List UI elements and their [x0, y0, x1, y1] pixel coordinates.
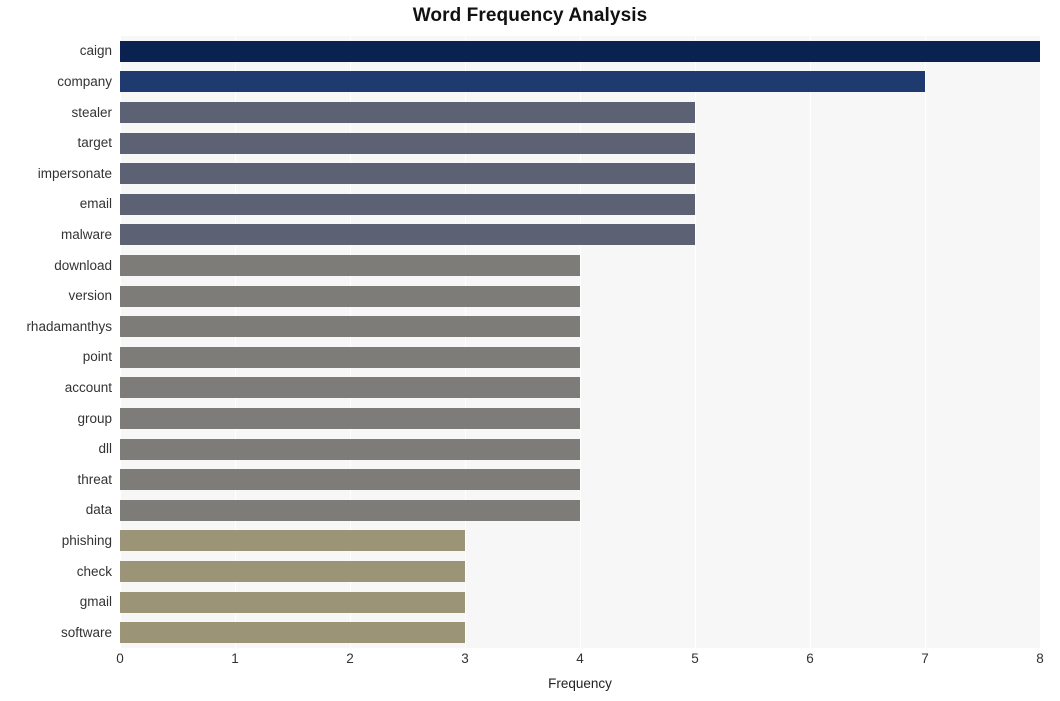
bar-row — [120, 377, 1040, 399]
y-tick-label-phishing: phishing — [61, 532, 112, 548]
bar-stealer[interactable] — [120, 102, 695, 123]
y-tick-label-account: account — [64, 379, 112, 395]
bar-row — [120, 224, 1040, 246]
bar-row — [120, 346, 1040, 368]
bar-download[interactable] — [120, 255, 580, 276]
bar-row — [120, 530, 1040, 552]
bar-row — [120, 469, 1040, 491]
y-tick-label-dll: dll — [98, 441, 112, 457]
bar-series — [120, 36, 1040, 648]
y-tick-label-email: email — [79, 196, 112, 212]
bar-point[interactable] — [120, 346, 580, 368]
chart-figure: Word Frequency Analysis caign company stea… — [0, 0, 1060, 701]
bar-rhadamanthys[interactable] — [120, 316, 580, 338]
bar-account[interactable] — [120, 377, 580, 399]
y-axis-tick-labels: caign company stealer target impersonate emai… — [0, 36, 112, 648]
x-tick-label-7: 7 — [921, 651, 929, 666]
y-tick-label-malware: malware — [60, 226, 112, 242]
x-axis-tick-labels: 0 1 2 3 4 5 6 7 8 — [116, 651, 1044, 676]
y-tick-label-download: download — [54, 257, 112, 273]
x-tick-label-1: 1 — [231, 651, 239, 666]
bar-row — [120, 40, 1040, 62]
x-tick-label-0: 0 — [116, 651, 124, 666]
bar-row — [120, 622, 1040, 644]
bar-row — [120, 193, 1040, 215]
gridline-x-8 — [1040, 36, 1041, 648]
bar-impersonate[interactable] — [120, 163, 695, 185]
y-tick-label-version: version — [68, 288, 112, 304]
plot-area — [120, 36, 1041, 648]
bar-version[interactable] — [120, 285, 580, 307]
bar-row — [120, 285, 1040, 307]
x-tick-label-5: 5 — [691, 651, 699, 666]
bar-threat[interactable] — [120, 469, 580, 491]
bar-gmail[interactable] — [120, 591, 465, 613]
bar-row — [120, 561, 1040, 582]
bar-company[interactable] — [120, 71, 925, 93]
bar-phishing[interactable] — [120, 530, 465, 552]
y-tick-label-point: point — [82, 349, 112, 365]
y-tick-label-data: data — [85, 502, 112, 518]
x-axis-title: Frequency — [548, 676, 612, 691]
bar-row — [120, 408, 1040, 429]
y-tick-label-impersonate: impersonate — [37, 165, 112, 181]
x-tick-label-4: 4 — [576, 651, 584, 666]
chart-title: Word Frequency Analysis — [412, 5, 648, 26]
bar-row — [120, 163, 1040, 185]
bar-row — [120, 438, 1040, 460]
x-tick-label-6: 6 — [806, 651, 814, 666]
bar-row — [120, 102, 1040, 123]
x-tick-label-8: 8 — [1036, 651, 1044, 666]
bar-email[interactable] — [120, 193, 695, 215]
y-tick-label-gmail: gmail — [79, 594, 112, 610]
y-tick-label-group: group — [77, 410, 112, 426]
y-tick-label-rhadamanthys: rhadamanthys — [26, 318, 112, 334]
bar-row — [120, 499, 1040, 521]
x-tick-label-3: 3 — [461, 651, 469, 666]
bar-row — [120, 316, 1040, 338]
bar-group[interactable] — [120, 408, 580, 429]
y-tick-label-software: software — [60, 624, 112, 640]
y-tick-label-stealer: stealer — [71, 104, 112, 120]
bar-row — [120, 255, 1040, 276]
bar-check[interactable] — [120, 561, 465, 582]
y-tick-label-check: check — [76, 563, 112, 579]
y-tick-label-target: target — [77, 135, 112, 151]
bar-malware[interactable] — [120, 224, 695, 246]
y-tick-label-company: company — [57, 73, 112, 89]
y-tick-label-threat: threat — [77, 471, 112, 487]
y-tick-label-caign: caign — [79, 43, 112, 59]
bar-target[interactable] — [120, 132, 695, 154]
bar-caign[interactable] — [120, 40, 1040, 62]
bar-row — [120, 132, 1040, 154]
bar-row — [120, 71, 1040, 93]
x-tick-label-2: 2 — [346, 651, 354, 666]
bar-dll[interactable] — [120, 438, 580, 460]
bar-data[interactable] — [120, 499, 580, 521]
bar-row — [120, 591, 1040, 613]
bar-software[interactable] — [120, 622, 465, 644]
